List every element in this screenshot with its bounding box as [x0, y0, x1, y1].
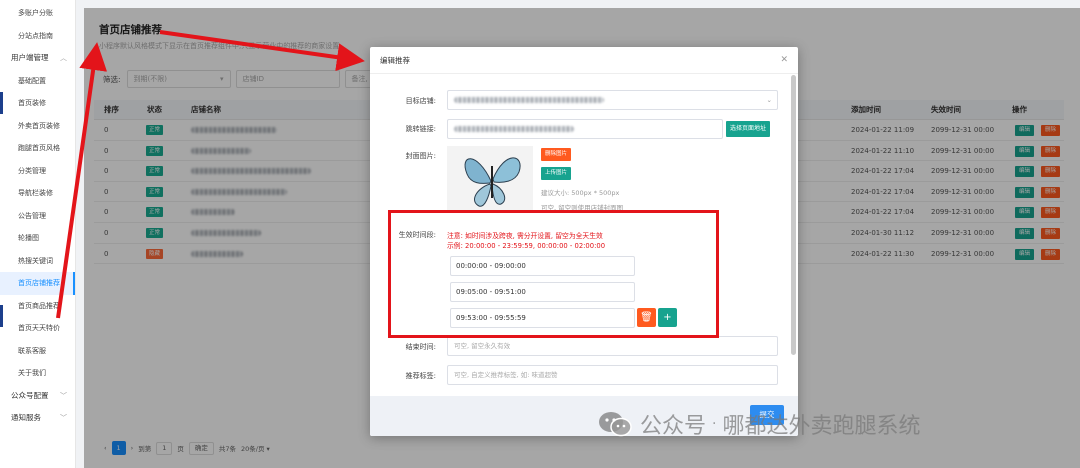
- watermark-brand: 哪都达外卖跑腿系统: [722, 414, 921, 439]
- annotation-arrow: [159, 30, 365, 72]
- watermark-dot: ·: [712, 416, 717, 432]
- annotation-arrow: [56, 42, 108, 319]
- watermark: 公众号 · 哪都达外卖跑腿系统: [598, 404, 920, 444]
- annotation-arrows: [56, 30, 365, 319]
- wechat-icon-shape: [599, 412, 632, 437]
- watermark-label: 公众号: [640, 414, 707, 439]
- wechat-icon: [598, 410, 632, 438]
